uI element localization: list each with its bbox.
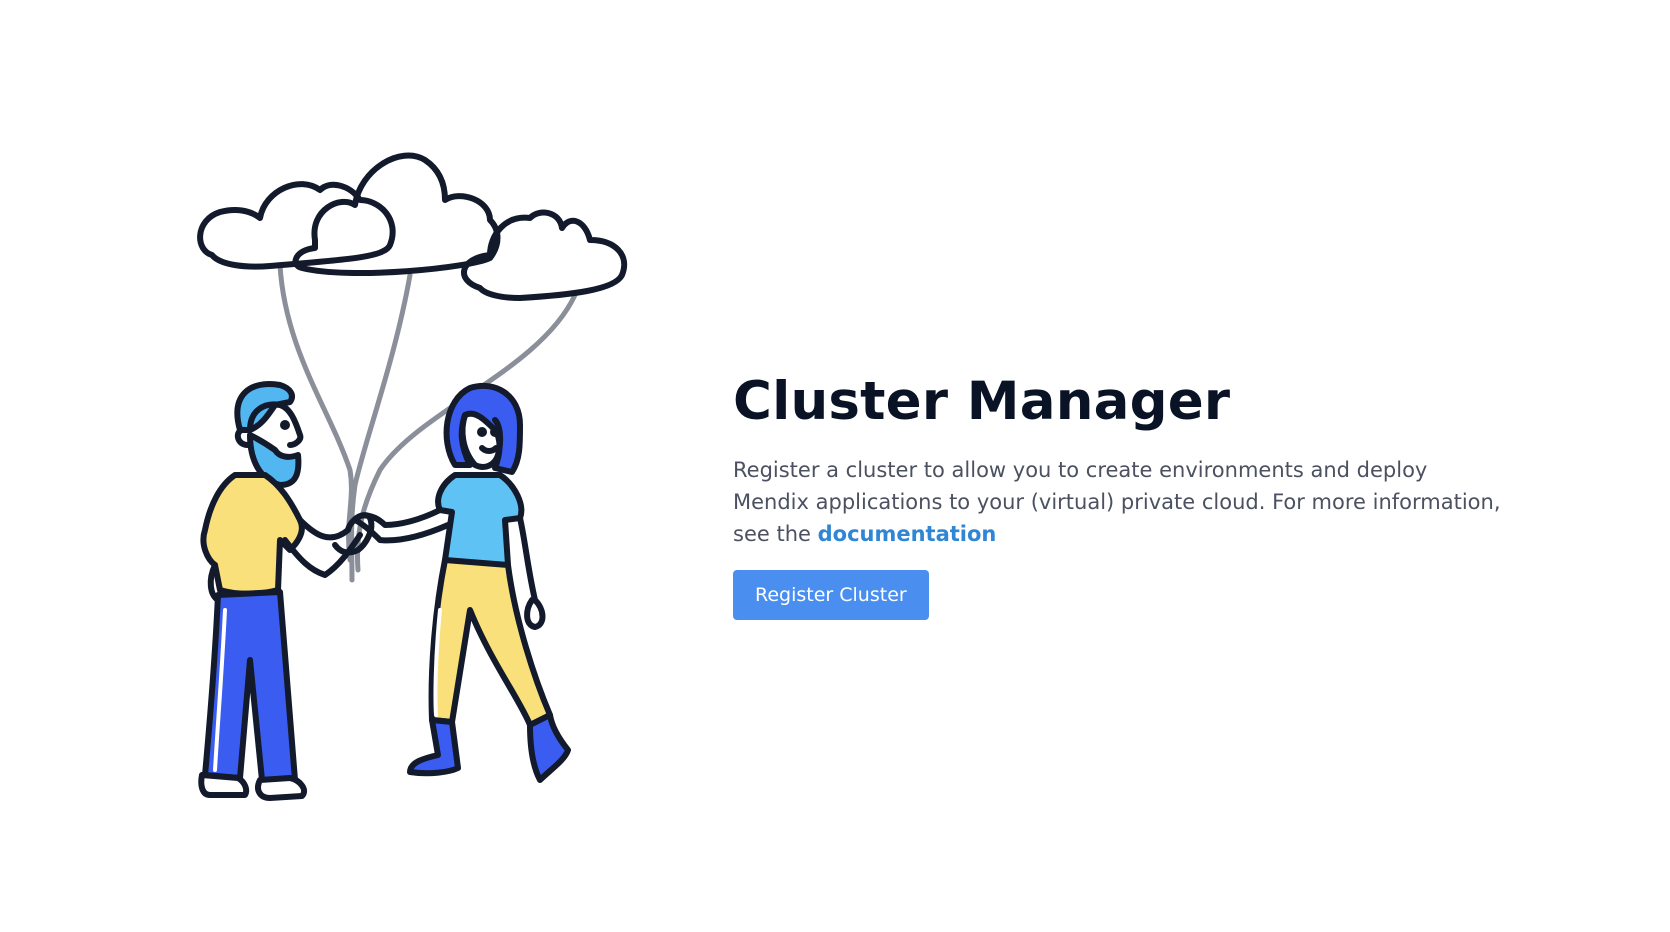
man-figure — [198, 381, 375, 801]
people-with-cloud-balloons-illustration — [190, 140, 630, 860]
register-cluster-button[interactable]: Register Cluster — [733, 570, 929, 620]
page-title: Cluster Manager — [733, 371, 1231, 432]
woman-figure — [352, 382, 571, 783]
page-description: Register a cluster to allow you to creat… — [733, 454, 1503, 550]
intro-panel: Cluster Manager Register a cluster to al… — [733, 370, 1533, 620]
cluster-manager-page: Cluster Manager Register a cluster to al… — [0, 0, 1670, 932]
cloud-middle — [292, 152, 501, 277]
cloud-right — [461, 209, 628, 301]
documentation-link[interactable]: documentation — [818, 522, 997, 546]
